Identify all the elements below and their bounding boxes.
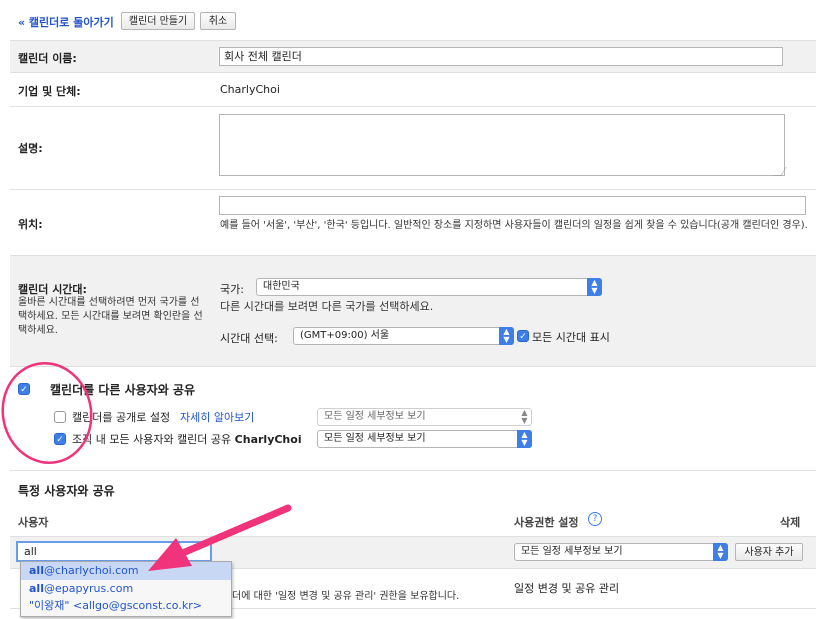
annotation-arrowhead <box>148 538 192 571</box>
annotation-overlay <box>1 361 292 571</box>
annotation-circle <box>1 361 93 465</box>
annotation-arrow <box>174 504 292 559</box>
